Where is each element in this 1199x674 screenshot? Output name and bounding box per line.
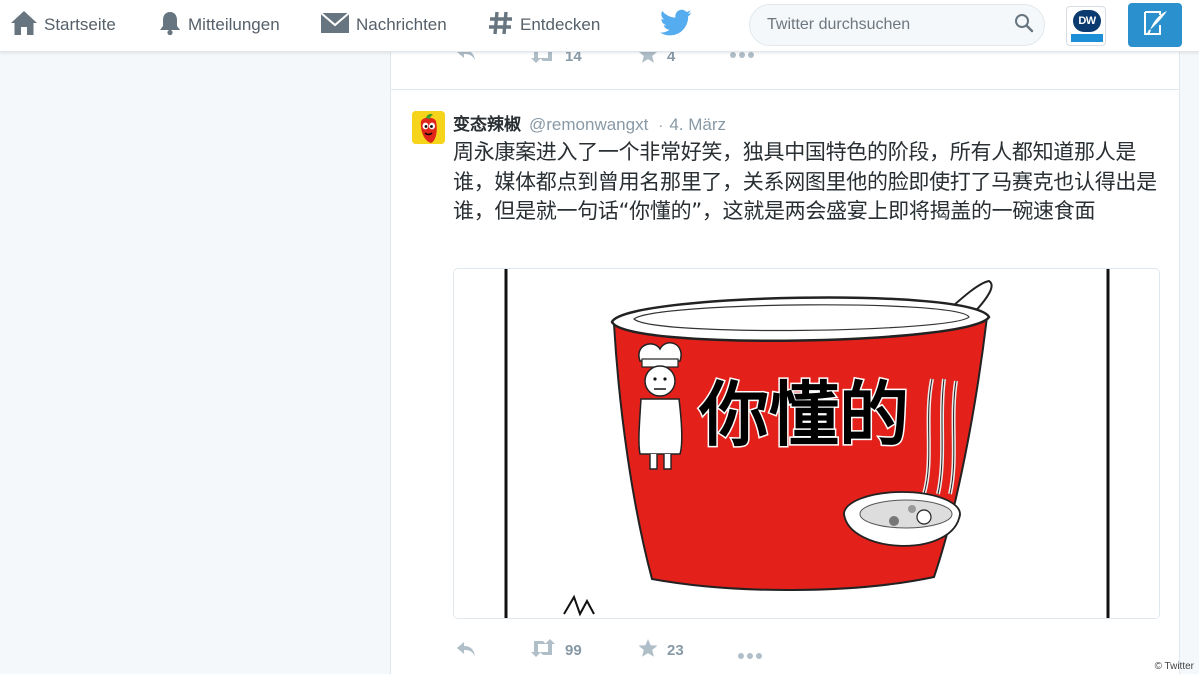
search-box[interactable] <box>749 4 1045 46</box>
hashtag-icon <box>488 10 514 40</box>
nav-discover-label: Entdecken <box>520 15 601 34</box>
retweet-button[interactable]: 99 <box>529 638 582 662</box>
like-button[interactable]: 23 <box>637 638 684 662</box>
header-separator: · <box>658 117 664 134</box>
more-dots-icon <box>737 645 763 664</box>
retweet-count: 14 <box>565 52 582 65</box>
nav-notifications-label: Mitteilungen <box>188 15 280 34</box>
reply-button[interactable] <box>455 52 477 66</box>
tweet-image[interactable]: 你懂的 <box>453 268 1160 619</box>
more-button[interactable] <box>737 645 763 664</box>
tweet-header: 变态辣椒 @remonwangxt · 4. März <box>453 110 726 135</box>
reply-icon <box>455 52 477 66</box>
quill-icon <box>1140 8 1170 42</box>
nav-messages[interactable]: Nachrichten <box>320 0 447 50</box>
image-credit: © Twitter <box>1154 661 1194 672</box>
reply-icon <box>455 640 477 662</box>
bell-icon <box>158 10 182 40</box>
noodle-cup-cartoon: 你懂的 <box>454 269 1159 618</box>
tweet-text: 周永康案进入了一个非常好笑，独具中国特色的阶段，所有人都知道那人是谁，媒体都点到… <box>453 140 1157 223</box>
retweet-icon <box>529 638 557 662</box>
cup-caption-text: 你懂的 <box>698 374 909 456</box>
like-count: 4 <box>667 52 676 65</box>
nav-notifications[interactable]: Mitteilungen <box>158 0 280 50</box>
tweet-timestamp[interactable]: 4. März <box>669 115 726 135</box>
like-button[interactable]: 4 <box>637 52 675 68</box>
tweet-actions: 99 23 <box>391 638 1179 668</box>
star-icon <box>637 52 659 68</box>
like-count: 23 <box>667 641 684 659</box>
tweet-author-avatar[interactable] <box>412 111 445 144</box>
dw-logo: DW <box>1073 10 1101 32</box>
more-button[interactable] <box>729 52 755 63</box>
search-input[interactable] <box>767 16 1014 34</box>
reply-button[interactable] <box>455 640 477 662</box>
top-navigation-bar: Startseite Mitteilungen Nachrichten Entd… <box>0 0 1199 52</box>
more-dots-icon <box>729 52 755 63</box>
author-fullname[interactable]: 变态辣椒 <box>453 110 521 135</box>
retweet-icon <box>529 52 557 68</box>
compose-tweet-button[interactable] <box>1128 3 1182 47</box>
tweet[interactable]: 变态辣椒 @remonwangxt · 4. März 周永康案进入了一个非常好… <box>391 90 1179 674</box>
retweet-button[interactable]: 14 <box>529 52 582 68</box>
timeline: 14 4 变态辣椒 @remonwangxt · 4. März 周永康案进入了… <box>390 52 1180 674</box>
home-icon <box>10 10 38 40</box>
previous-tweet-actions: 14 4 <box>391 52 1179 90</box>
nav-home[interactable]: Startseite <box>10 0 116 50</box>
account-avatar[interactable]: DW <box>1066 6 1106 46</box>
nav-discover[interactable]: Entdecken <box>488 0 600 50</box>
avatar-banner-strip <box>1071 34 1103 42</box>
dw-logo-text: DW <box>1078 15 1096 27</box>
search-icon[interactable] <box>1014 13 1034 37</box>
envelope-icon <box>320 11 350 39</box>
twitter-bird-icon[interactable] <box>660 9 692 41</box>
author-username[interactable]: @remonwangxt <box>529 115 648 135</box>
nav-messages-label: Nachrichten <box>356 15 447 34</box>
star-icon <box>637 638 659 662</box>
nav-home-label: Startseite <box>44 15 116 34</box>
retweet-count: 99 <box>565 641 582 659</box>
